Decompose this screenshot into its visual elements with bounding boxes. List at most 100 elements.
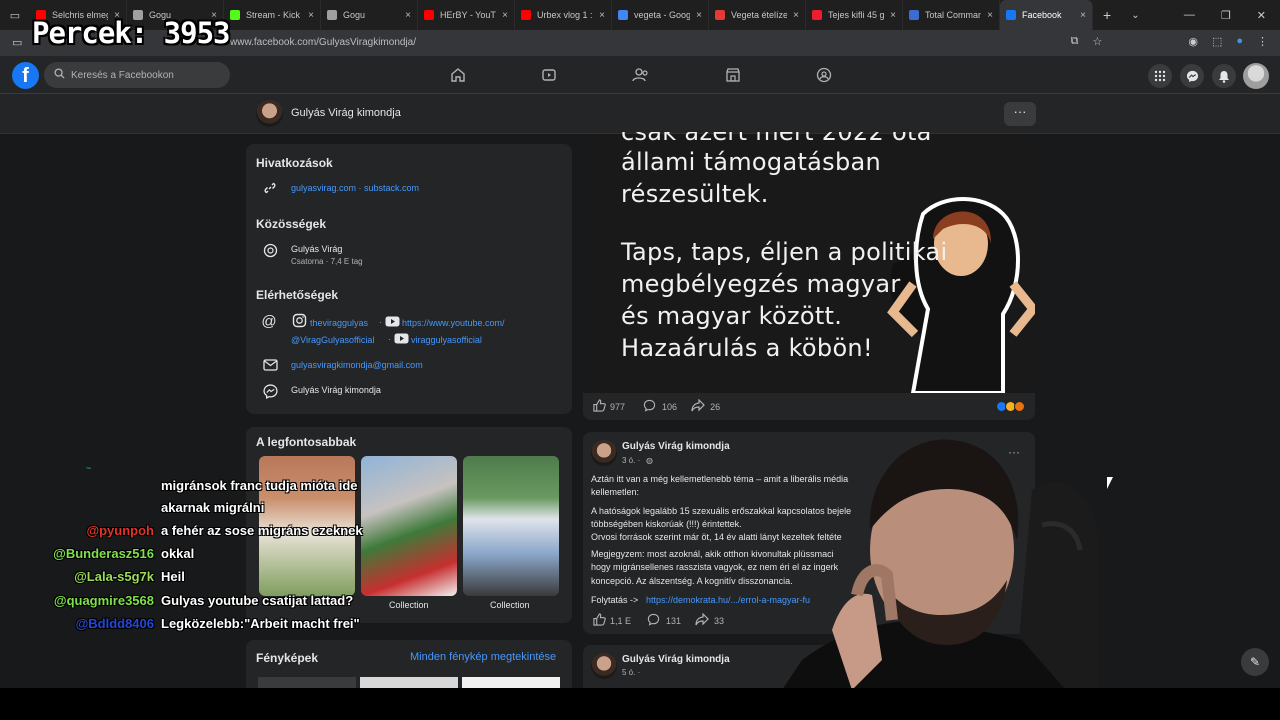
url-field[interactable]: www.facebook.com/GulyasViragkimondja/ [230,37,416,48]
share-count: 33 [714,615,725,626]
close-tab-icon[interactable]: × [793,10,799,21]
close-tab-icon[interactable]: × [308,10,314,21]
featured-item-label[interactable]: Collection [490,600,530,610]
browser-menu-icon[interactable]: ⋮ [1257,35,1268,48]
post-timestamp[interactable]: 5 ó. · [622,668,640,677]
notifications-bell-icon[interactable] [1212,64,1236,88]
tab-menu-icon[interactable]: ▭ [12,36,22,49]
close-tab-icon[interactable]: × [599,10,605,21]
close-tab-icon[interactable]: × [890,10,896,21]
page-avatar[interactable] [256,100,283,127]
communities-heading: Közösségek [256,217,327,231]
email-icon [262,357,278,373]
friends-icon[interactable] [630,65,652,85]
featured-item-label[interactable]: Collection [389,600,429,610]
profile-icon[interactable]: ◉ [1188,35,1198,48]
screenshot-icon[interactable]: ⧉ [1071,35,1079,48]
browser-tab[interactable]: Facebook × [1000,0,1093,30]
bookmark-star-icon[interactable]: ☆ [1092,35,1102,48]
photos-heading: Fényképek [256,651,319,665]
post-image-text-line: Taps, taps, éljen a politikai [621,238,948,266]
chat-username: @pyunpoh [86,523,154,538]
restore-icon[interactable]: ❐ [1221,9,1231,22]
post-image-text-line: megbélyegzés magyar [621,270,901,298]
instagram-icon [291,312,307,328]
tab-title: Vegeta ételízesít [731,10,788,20]
browser-tab[interactable]: Stream - Kick Da × [224,0,321,30]
tab-title: Facebook [1022,10,1062,20]
post-author-avatar[interactable] [591,440,617,466]
share-icon[interactable] [691,398,705,414]
see-all-photos-link[interactable]: Minden fénykép megtekintése [410,651,556,663]
youtube-link-url[interactable]: https://www.youtube.com/ [402,318,505,328]
close-tab-icon[interactable]: × [987,10,993,21]
vegeta-icon [715,10,725,20]
chat-username: @Lala-s5g7k [74,569,154,584]
community-name[interactable]: Gulyás Virág [291,244,342,254]
post-timestamp[interactable]: 3 ó. · [622,456,640,465]
post-author-avatar[interactable] [591,653,617,679]
tab-search-chevron-icon[interactable]: ⌄ [1121,10,1149,21]
angry-reaction-icon [1014,401,1025,412]
chat-text: okkal [161,546,195,561]
extensions-icon[interactable]: ⬚ [1212,35,1222,48]
new-tab-plus-icon[interactable]: + [1093,7,1121,23]
menu-grid-icon[interactable] [1148,64,1172,88]
minimize-icon[interactable]: — [1184,9,1195,21]
reaction-emojis[interactable] [996,401,1025,412]
account-avatar[interactable] [1243,63,1269,89]
comment-icon[interactable] [647,613,660,628]
browser-tab[interactable]: Urbex vlog 1 :ré × [515,0,612,30]
tab-title: Stream - Kick Da [246,10,302,20]
video-icon[interactable] [538,65,560,85]
address-bar-icons: ⧉ ☆ ◉ ⬚ ● ⋮ [1071,35,1268,48]
facebook-logo-icon[interactable]: f [12,62,39,89]
home-icon[interactable] [447,65,469,85]
account-avatar-icon[interactable]: ● [1236,35,1243,48]
post-author-name[interactable]: Gulyás Virág kimondja [622,654,730,665]
email-link[interactable]: gulyasviragkimondja@gmail.com [291,360,423,370]
website-links[interactable]: gulyasvirag.com · substack.com [291,183,419,193]
screen-root: { "overlay": {"counter": "Percek: 3953"}… [0,0,1280,720]
browser-tab[interactable]: Gogu × [321,0,418,30]
close-tab-icon[interactable]: × [696,10,702,21]
messenger-icon[interactable] [1180,64,1204,88]
groups-icon[interactable] [813,65,835,85]
share-count: 26 [710,401,721,412]
chat-username: @Bdldd8406 [75,616,154,631]
instagram-link[interactable]: theviraggulyas [310,318,368,328]
like-icon[interactable] [593,399,606,414]
post-image-text-line: és magyar között. [621,302,843,330]
browser-tab[interactable]: vegeta - Google × [612,0,709,30]
like-icon[interactable] [593,613,606,628]
close-window-icon[interactable]: ✕ [1257,9,1266,22]
post-author-name[interactable]: Gulyás Virág kimondja [622,441,730,452]
comment-icon[interactable] [643,399,656,414]
youtube-link-handle[interactable]: @ViragGulyasofficial [291,335,374,345]
featured-item-photo[interactable] [463,456,559,596]
share-icon[interactable] [695,612,709,628]
like-count: 977 [610,401,626,412]
browser-tab[interactable]: Vegeta ételízesít × [709,0,806,30]
messenger-contact-icon [262,383,278,399]
browser-tab[interactable]: Total Commande × [903,0,1000,30]
close-tab-icon[interactable]: × [1080,10,1086,21]
close-tab-icon[interactable]: × [502,10,508,21]
youtube-link-official[interactable]: viraggulyasofficial [411,335,482,345]
page-more-options-button[interactable]: ··· [1004,102,1036,126]
facebook-search-input[interactable]: Keresés a Facebookon [44,62,230,88]
mouse-cursor-icon [1107,477,1113,489]
marketplace-icon[interactable] [722,65,744,85]
close-tab-icon[interactable]: × [405,10,411,21]
browser-tab[interactable]: HErBY - YouTube × [418,0,515,30]
new-message-edit-icon[interactable]: ✎ [1241,648,1269,676]
featured-item-photo[interactable] [361,456,457,596]
browser-tab[interactable]: Tejes kifli 45 g - × [806,0,903,30]
chat-text: Gulyas youtube csatijat lattad? [161,593,354,608]
tab-actions-icon[interactable]: ▭ [0,9,30,22]
messenger-contact[interactable]: Gulyás Virág kimondja [291,385,381,395]
tab-title: HErBY - YouTube [440,10,496,20]
chat-text: Heil [161,569,185,584]
chat-text: akarnak migrálni [161,500,265,515]
page-header-name[interactable]: Gulyás Virág kimondja [291,107,401,119]
